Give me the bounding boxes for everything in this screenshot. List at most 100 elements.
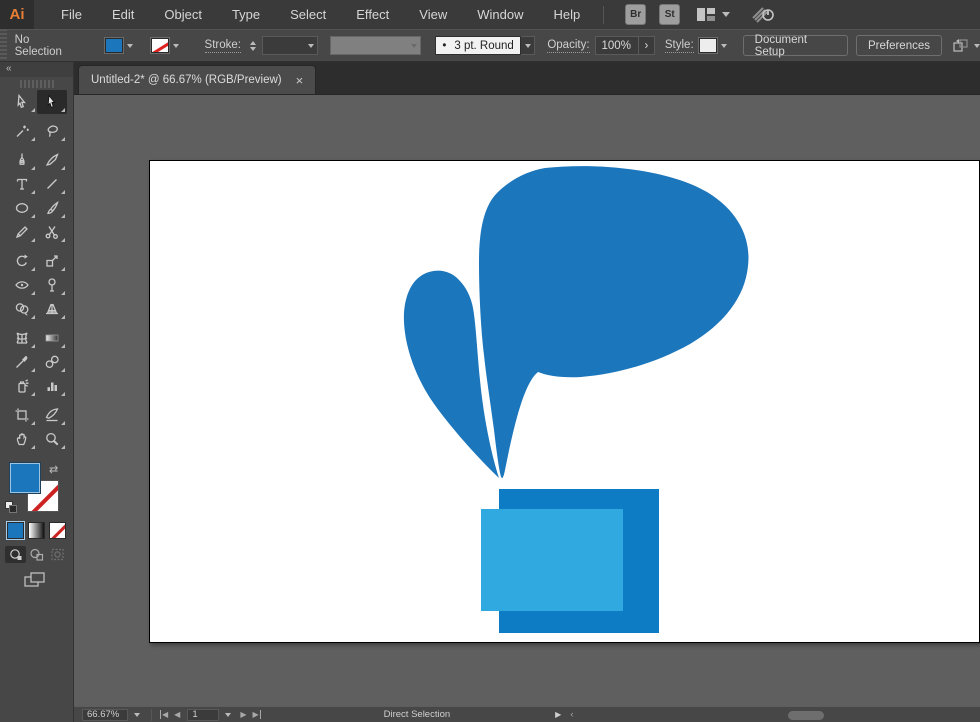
next-artboard-icon[interactable]: ▶	[240, 710, 246, 719]
preferences-button[interactable]: Preferences	[855, 35, 942, 56]
style-swatch[interactable]	[698, 38, 717, 53]
chevron-down-icon[interactable]	[521, 36, 536, 55]
zoom-tool[interactable]	[37, 427, 67, 451]
document-setup-button[interactable]: Document Setup	[742, 34, 848, 58]
close-tab-icon[interactable]: ×	[296, 74, 304, 87]
width-tool[interactable]	[7, 273, 37, 297]
document-tab[interactable]: Untitled-2* @ 66.67% (RGB/Preview) ×	[78, 65, 317, 94]
stock-button[interactable]: St	[659, 4, 681, 25]
menu-item-type[interactable]: Type	[217, 2, 275, 27]
panel-grip[interactable]	[0, 30, 7, 61]
artboard-number-input[interactable]: 1	[187, 708, 220, 721]
gradient-tool[interactable]	[37, 326, 67, 350]
menu-item-window[interactable]: Window	[462, 2, 538, 27]
horizontal-scrollbar-thumb[interactable]	[788, 711, 824, 720]
perspective-grid-tool[interactable]	[37, 297, 67, 321]
panel-grip[interactable]	[18, 80, 55, 88]
stroke-none-swatch[interactable]	[150, 38, 169, 53]
line-segment-tool[interactable]	[37, 172, 67, 196]
menu-item-file[interactable]: File	[46, 2, 97, 27]
draw-behind-icon[interactable]	[26, 546, 47, 563]
slice-tool[interactable]	[37, 403, 67, 427]
selection-tool[interactable]	[7, 90, 37, 114]
chevron-down-icon[interactable]	[123, 37, 137, 54]
default-fill-stroke-icon[interactable]	[5, 501, 18, 514]
arrange-options-button[interactable]	[952, 38, 980, 54]
brush-field[interactable]: • 3 pt. Round	[435, 36, 522, 55]
column-graph-tool[interactable]	[37, 374, 67, 398]
magic-wand-tool[interactable]	[7, 119, 37, 143]
menu-item-edit[interactable]: Edit	[97, 2, 149, 27]
previous-artboard-icon[interactable]: ◀	[174, 710, 180, 719]
artboard[interactable]	[149, 160, 980, 643]
canvas-area[interactable]	[74, 95, 980, 706]
chevron-down-icon	[722, 12, 731, 17]
menu-item-view[interactable]: View	[404, 2, 462, 27]
shaper-tool[interactable]	[7, 220, 37, 244]
menu-item-select[interactable]: Select	[275, 2, 341, 27]
lasso-tool[interactable]	[37, 119, 67, 143]
style-label[interactable]: Style:	[664, 39, 694, 53]
column-graph-tool-icon	[47, 382, 57, 391]
stroke-weight-label[interactable]: Stroke:	[204, 39, 241, 53]
artboard-dropdown-icon[interactable]	[225, 712, 232, 717]
style-dropdown[interactable]	[698, 37, 731, 54]
last-artboard-icon[interactable]: ▶	[252, 710, 261, 719]
zoom-level-input[interactable]: 66.67%	[82, 708, 128, 721]
color-button[interactable]	[7, 522, 24, 539]
eyedropper-tool[interactable]	[7, 350, 37, 374]
blend-tool[interactable]	[37, 350, 67, 374]
chevron-down-icon[interactable]	[169, 37, 183, 54]
opacity-more-button[interactable]: ›	[638, 36, 655, 55]
ellipse-tool[interactable]	[7, 196, 37, 220]
brush-definition-dropdown[interactable]: • 3 pt. Round	[435, 36, 536, 55]
puppet-warp-tool[interactable]	[37, 273, 67, 297]
screen-mode-button[interactable]	[22, 570, 48, 595]
direct-selection-tool[interactable]	[36, 90, 67, 114]
curvature-tool[interactable]	[37, 148, 67, 172]
drawing-mode-buttons	[0, 546, 74, 563]
status-bar: 66.67% ◀ ◀ 1 ▶ ▶ Direct Selection ▶ ‹	[74, 706, 980, 722]
eyedropper-tool-icon	[15, 355, 27, 368]
collapse-panel-button[interactable]: «	[0, 62, 73, 77]
swap-fill-stroke-icon[interactable]: ⇄	[49, 463, 58, 476]
symbol-sprayer-tool[interactable]	[7, 374, 37, 398]
zoom-dropdown-icon[interactable]	[134, 712, 140, 717]
gpu-performance-button[interactable]	[750, 3, 776, 26]
bridge-button[interactable]: Br	[625, 4, 647, 25]
stepper-up-icon[interactable]	[250, 40, 257, 45]
draw-normal-icon[interactable]	[5, 546, 26, 563]
status-flyout-icon[interactable]: ▶	[555, 710, 561, 719]
gradient-button[interactable]	[28, 522, 45, 539]
fill-color-dropdown[interactable]	[104, 37, 137, 54]
app-logo-icon: Ai	[0, 0, 34, 29]
first-artboard-icon[interactable]: ◀	[160, 710, 168, 719]
menu-item-help[interactable]: Help	[538, 2, 595, 27]
opacity-label[interactable]: Opacity:	[547, 39, 590, 53]
tool-grid	[0, 90, 73, 451]
draw-inside-icon[interactable]	[47, 546, 68, 563]
artboard-tool[interactable]	[7, 403, 37, 427]
menu-item-effect[interactable]: Effect	[341, 2, 404, 27]
rotate-tool[interactable]	[7, 249, 37, 273]
type-tool[interactable]	[7, 172, 37, 196]
menu-item-object[interactable]: Object	[149, 2, 217, 27]
opacity-input[interactable]: 100%	[594, 36, 639, 55]
fill-color-swatch[interactable]	[104, 38, 123, 53]
scale-tool[interactable]	[37, 249, 67, 273]
scissors-tool[interactable]	[37, 220, 67, 244]
fill-proxy-swatch[interactable]	[9, 462, 41, 494]
shape-builder-tool[interactable]	[7, 297, 37, 321]
mesh-tool[interactable]	[7, 326, 37, 350]
paintbrush-tool[interactable]	[37, 196, 67, 220]
chevron-down-icon[interactable]	[717, 37, 731, 54]
stroke-weight-stepper[interactable]	[247, 37, 259, 55]
stroke-color-dropdown[interactable]	[150, 37, 183, 54]
stepper-down-icon[interactable]	[250, 46, 257, 51]
scroll-left-icon[interactable]: ‹	[570, 709, 573, 720]
hand-tool[interactable]	[7, 427, 37, 451]
pen-tool[interactable]	[7, 148, 37, 172]
stroke-weight-dropdown[interactable]	[262, 36, 318, 55]
none-button[interactable]	[49, 522, 66, 539]
workspace-switcher-button[interactable]	[696, 7, 731, 22]
